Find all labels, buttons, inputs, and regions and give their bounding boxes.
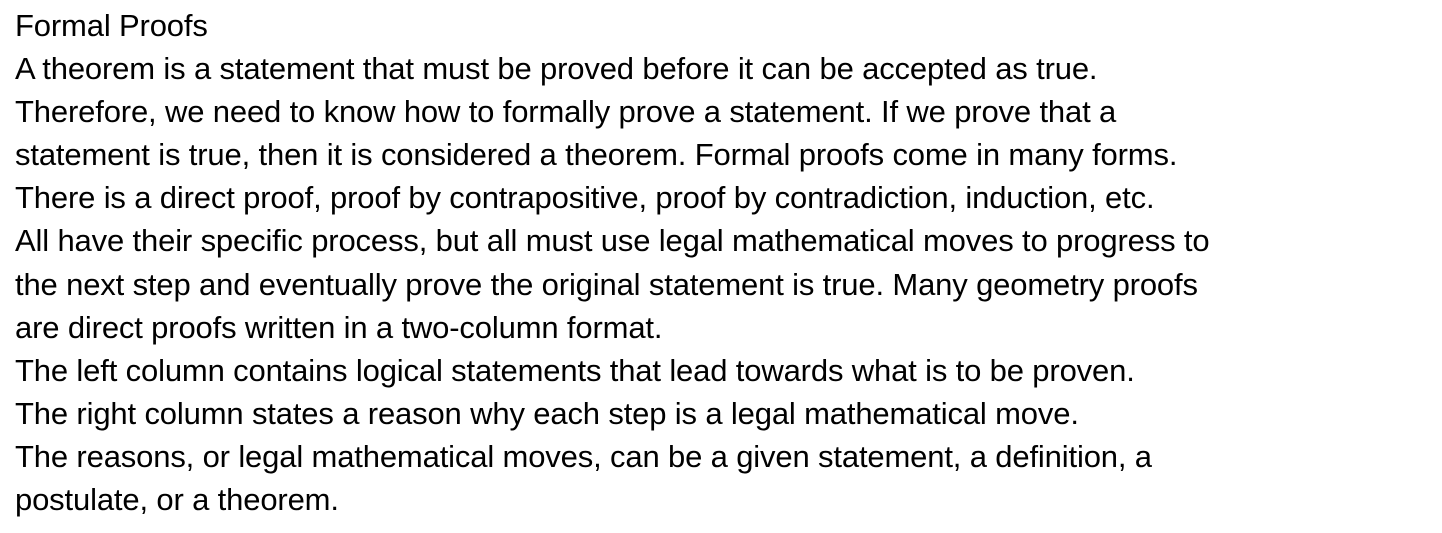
- paragraph-left-column: The left column contains logical stateme…: [15, 349, 1440, 392]
- paragraph-line: The right column states a reason why eac…: [15, 395, 1079, 431]
- paragraph-line: are direct proofs written in a two-colum…: [15, 309, 663, 345]
- paragraph-right-column: The right column states a reason why eac…: [15, 392, 1440, 435]
- paragraph-line: The left column contains logical stateme…: [15, 352, 1135, 388]
- paragraph-theorem-definition: A theorem is a statement that must be pr…: [15, 47, 1440, 219]
- paragraph-line: The reasons, or legal mathematical moves…: [15, 438, 1152, 474]
- paragraph-line: statement is true, then it is considered…: [15, 137, 1178, 173]
- paragraph-line: A theorem is a statement that must be pr…: [15, 51, 1098, 87]
- document-title: Formal Proofs: [15, 8, 208, 43]
- paragraph-line: postulate, or a theorem.: [15, 482, 339, 518]
- paragraph-proof-process: All have their specific process, but all…: [15, 219, 1440, 348]
- paragraph-line: the next step and eventually prove the o…: [15, 266, 1198, 302]
- paragraph-line: All have their specific process, but all…: [15, 223, 1210, 259]
- paragraph-reasons: The reasons, or legal mathematical moves…: [15, 435, 1440, 521]
- document-body: Formal Proofs A theorem is a statement t…: [15, 4, 1440, 521]
- paragraph-line: Therefore, we need to know how to formal…: [15, 94, 1117, 130]
- paragraph-line: There is a direct proof, proof by contra…: [15, 180, 1155, 216]
